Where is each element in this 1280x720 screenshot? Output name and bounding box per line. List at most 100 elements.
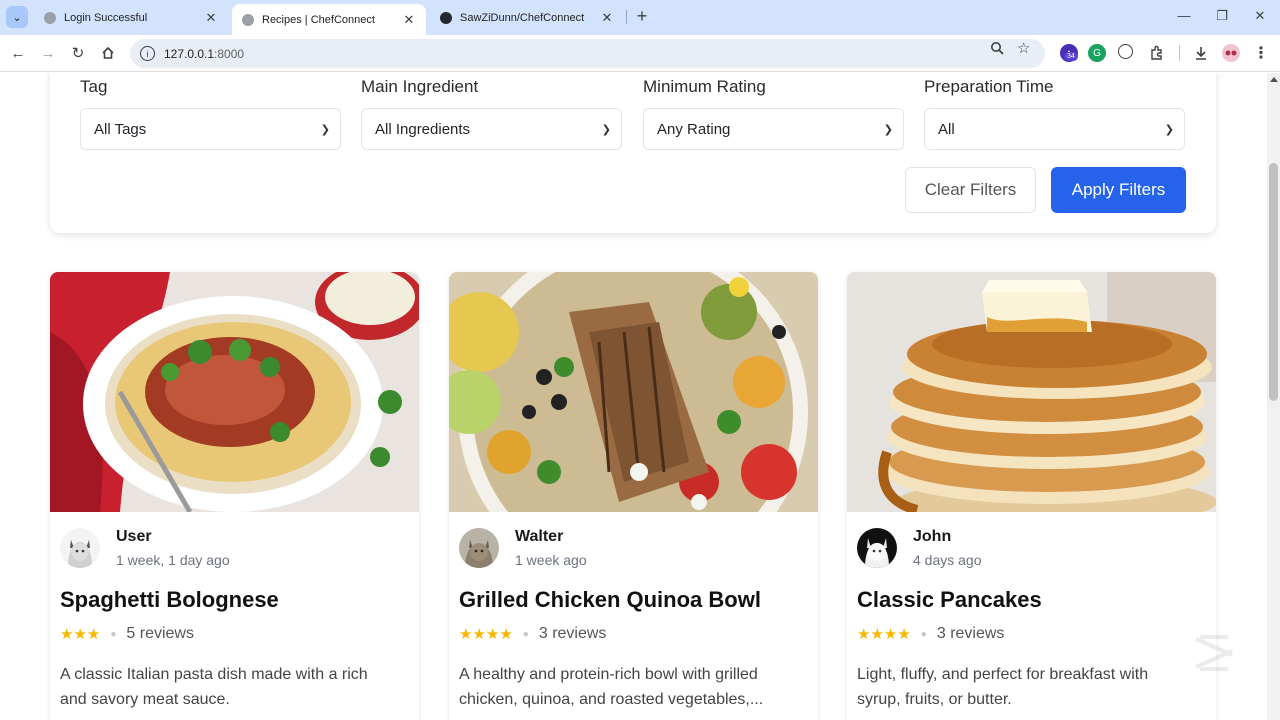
filter-label: Main Ingredient: [361, 77, 479, 96]
rating-select[interactable]: Any Rating ❯: [643, 108, 904, 150]
site-info-icon[interactable]: i: [140, 46, 155, 61]
extension-grammar-icon[interactable]: G: [1088, 44, 1106, 62]
select-value: All Tags: [94, 120, 147, 138]
recipe-title[interactable]: Spaghetti Bolognese: [60, 587, 279, 613]
reload-icon[interactable]: ↻: [66, 41, 90, 65]
new-tab-button[interactable]: +: [632, 6, 652, 27]
browser-tab-bar: ⌄ Login Successful ✕ Recipes | ChefConne…: [0, 0, 1280, 35]
tab-separator: [626, 10, 627, 24]
window-close-button[interactable]: ✕: [1240, 4, 1280, 28]
zoom-icon[interactable]: [990, 41, 1004, 58]
forward-icon[interactable]: →: [36, 41, 60, 65]
home-icon[interactable]: [96, 41, 120, 65]
browser-toolbar: ← → ↻ i 127.0.0.1:8000 ☆ ▲ 34 G ⋮: [0, 35, 1280, 72]
description-line: chicken, quinoa, and roasted vegetables,…: [459, 691, 764, 708]
filter-panel: Tag All Tags ❯ Main Ingredient All Ingre…: [50, 73, 1216, 233]
review-count: 5 reviews: [126, 625, 194, 642]
filter-time: Preparation Time All ❯: [924, 77, 1185, 150]
avatar[interactable]: [459, 528, 499, 568]
separator-dot: ●: [522, 628, 529, 640]
separator-dot: ●: [920, 628, 927, 640]
apply-filters-button[interactable]: Apply Filters: [1051, 167, 1186, 213]
back-icon[interactable]: ←: [6, 41, 30, 65]
time-select[interactable]: All ❯: [924, 108, 1185, 150]
recipe-title[interactable]: Classic Pancakes: [857, 587, 1042, 613]
chevron-down-icon: ❯: [883, 123, 893, 136]
select-value: Any Rating: [657, 120, 731, 138]
recipe-image-spaghetti[interactable]: [50, 272, 419, 512]
toolbar-divider: [1179, 45, 1180, 61]
recipe-description: A classic Italian pasta dish made with a…: [60, 662, 410, 712]
clear-filters-button[interactable]: Clear Filters: [905, 167, 1036, 213]
chevron-down-icon: ⌄: [12, 11, 22, 24]
filter-label: Minimum Rating: [643, 77, 766, 96]
tab-title: Login Successful: [64, 12, 148, 24]
maximize-button[interactable]: ❐: [1202, 4, 1242, 28]
recipe-author: Walter 1 week ago: [459, 527, 587, 569]
tab-title: Recipes | ChefConnect: [262, 13, 375, 26]
menu-kebab-icon[interactable]: ⋮: [1252, 44, 1270, 62]
close-icon[interactable]: ✕: [204, 10, 218, 26]
filter-rating: Minimum Rating Any Rating ❯: [643, 77, 904, 150]
profile-avatar-icon[interactable]: [1222, 44, 1240, 62]
recipe-card[interactable]: User 1 week, 1 day ago Spaghetti Bologne…: [50, 272, 419, 720]
filter-label: Tag: [80, 77, 108, 96]
recipe-card[interactable]: John 4 days ago Classic Pancakes ★★★★ ● …: [847, 272, 1216, 720]
select-value: All: [938, 120, 955, 138]
globe-icon: [242, 13, 254, 26]
close-icon[interactable]: ✕: [600, 10, 614, 26]
globe-icon: [44, 12, 56, 24]
chevron-down-icon: ❯: [1164, 123, 1174, 136]
tab-search-button[interactable]: ⌄: [6, 6, 28, 28]
extension-badge: 34: [1064, 52, 1078, 61]
chevron-down-icon: ❯: [320, 123, 330, 136]
recipe-image-pancakes[interactable]: [847, 272, 1216, 512]
review-count: 3 reviews: [538, 625, 607, 642]
close-icon[interactable]: ✕: [402, 12, 416, 28]
author-name[interactable]: John: [913, 528, 982, 546]
recipe-rating: ★★★★ ● 3 reviews: [857, 625, 1004, 643]
url-text: 127.0.0.1:8000: [164, 46, 245, 61]
scroll-up-icon[interactable]: [1270, 77, 1278, 82]
capcut-logo-icon: [1192, 633, 1236, 678]
tab-title: SawZiDunn/ChefConnect: [460, 12, 585, 24]
recipe-description: A healthy and protein-rich bowl with gri…: [459, 662, 809, 712]
filter-tag: Tag All Tags ❯: [80, 77, 341, 150]
recipe-title[interactable]: Grilled Chicken Quinoa Bowl: [459, 587, 761, 613]
filter-ingredient: Main Ingredient All Ingredients ❯: [361, 77, 622, 150]
tab-login-successful[interactable]: Login Successful ✕: [34, 4, 228, 32]
page-viewport: Tag All Tags ❯ Main Ingredient All Ingre…: [0, 73, 1267, 720]
avatar[interactable]: [60, 528, 100, 568]
recipe-rating: ★★★ ● 5 reviews: [60, 625, 194, 643]
author-name[interactable]: Walter: [515, 528, 587, 546]
post-time: 4 days ago: [913, 552, 982, 568]
page-scrollbar[interactable]: [1267, 73, 1280, 720]
tab-github[interactable]: SawZiDunn/ChefConnect ✕: [430, 4, 624, 32]
minimize-button[interactable]: —: [1164, 4, 1204, 28]
recipe-card[interactable]: Walter 1 week ago Grilled Chicken Quinoa…: [449, 272, 818, 720]
author-name[interactable]: User: [116, 528, 230, 546]
tag-select[interactable]: All Tags ❯: [80, 108, 341, 150]
separator-dot: ●: [110, 628, 117, 640]
recipe-author: John 4 days ago: [857, 527, 982, 569]
scrollbar-thumb[interactable]: [1269, 163, 1278, 401]
tab-recipes[interactable]: Recipes | ChefConnect ✕: [232, 4, 426, 35]
star-rating: ★★★: [60, 626, 101, 643]
description-line: Light, fluffy, and perfect for breakfast…: [857, 666, 1149, 683]
download-icon[interactable]: [1192, 44, 1210, 62]
github-icon: [440, 12, 452, 24]
avatar[interactable]: [857, 528, 897, 568]
post-time: 1 week, 1 day ago: [116, 552, 230, 568]
review-count: 3 reviews: [936, 625, 1005, 642]
recipe-rating: ★★★★ ● 3 reviews: [459, 625, 606, 643]
address-bar[interactable]: i 127.0.0.1:8000: [130, 39, 1045, 68]
chevron-down-icon: ❯: [601, 123, 611, 136]
performance-icon[interactable]: [1118, 44, 1133, 59]
star-rating: ★★★★: [857, 626, 911, 643]
extensions-icon[interactable]: [1148, 44, 1166, 62]
ingredient-select[interactable]: All Ingredients ❯: [361, 108, 622, 150]
recipe-image-chicken-bowl[interactable]: [449, 272, 818, 512]
bookmark-star-icon[interactable]: ☆: [1017, 39, 1030, 57]
recipe-description: Light, fluffy, and perfect for breakfast…: [857, 662, 1207, 712]
description-line: A classic Italian pasta dish made with a…: [60, 666, 368, 683]
